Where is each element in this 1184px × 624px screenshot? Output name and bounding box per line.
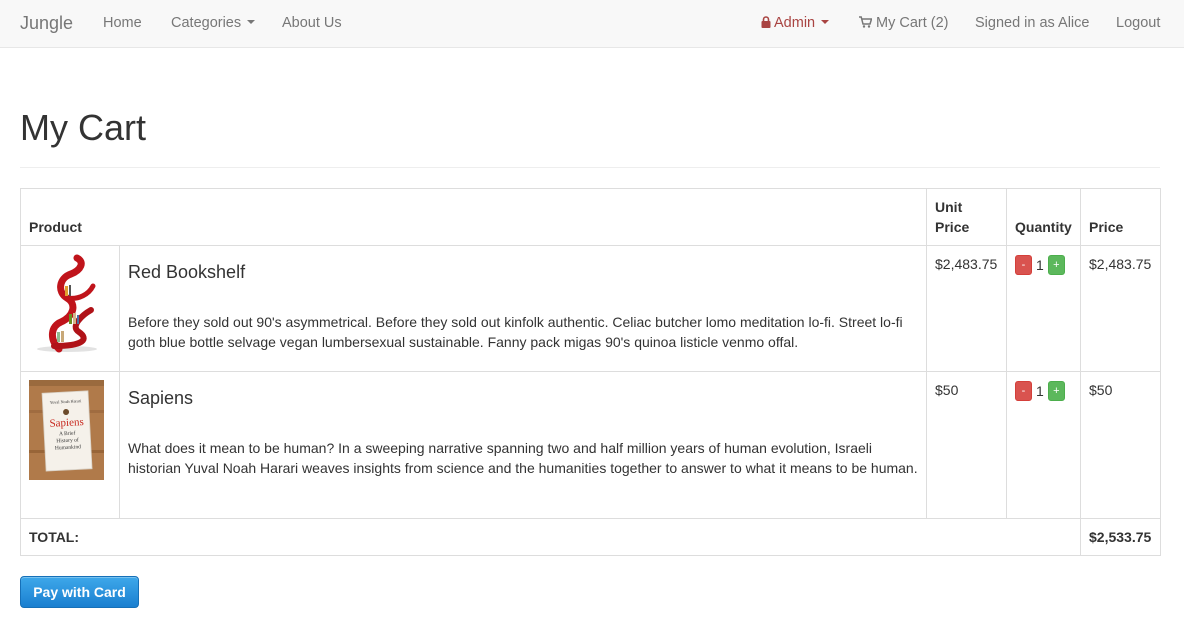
total-value: $2,533.75 [1080, 518, 1162, 556]
nav-admin-dropdown[interactable]: Admin [761, 0, 830, 47]
table-row: Yuval Noah Harari Sapiens A Brief Histor… [20, 371, 1162, 519]
nav-cart-label: My Cart (2) [876, 15, 949, 31]
header-unit-price-line1: Unit [935, 199, 963, 215]
product-image-cell: Yuval Noah Harari Sapiens A Brief Histor… [20, 371, 120, 519]
nav-home-link[interactable]: Home [103, 0, 142, 47]
quantity-value: 1 [1036, 257, 1044, 274]
red-bookshelf-image [29, 254, 104, 354]
logout-link[interactable]: Logout [1116, 0, 1160, 47]
quantity-cell: -1 + [1006, 371, 1082, 519]
decrease-quantity-button[interactable]: - [1015, 381, 1033, 402]
title-divider [20, 167, 1160, 168]
header-quantity: Quantity [1006, 188, 1082, 246]
product-name[interactable]: Red Bookshelf [128, 262, 918, 282]
increase-quantity-button[interactable]: + [1047, 255, 1065, 276]
shopping-cart-icon [859, 15, 872, 28]
header-unit-price: Unit Price [926, 188, 1008, 246]
nav-admin-label: Admin [774, 15, 816, 31]
product-info-cell: Red Bookshelf Before they sold out 90's … [118, 245, 928, 372]
top-navbar: Jungle Home Categories About Us Admin My… [0, 0, 1184, 48]
nav-about-link[interactable]: About Us [282, 0, 342, 47]
product-description: Before they sold out 90's asymmetrical. … [128, 314, 903, 350]
product-image-cell [20, 245, 120, 372]
quantity-cell: -1 + [1006, 245, 1082, 372]
decrease-quantity-button[interactable]: - [1015, 255, 1033, 276]
product-description: What does it mean to be human? In a swee… [128, 440, 918, 476]
sapiens-book-image: Yuval Noah Harari Sapiens A Brief Histor… [29, 380, 104, 480]
table-row: Red Bookshelf Before they sold out 90's … [20, 245, 1162, 372]
nav-cart-link[interactable]: My Cart (2) [859, 0, 949, 47]
quantity-value: 1 [1036, 383, 1044, 400]
pay-with-card-button[interactable]: Pay with Card [20, 576, 139, 608]
nav-categories-label: Categories [171, 15, 242, 31]
header-unit-price-line2: Price [935, 219, 970, 235]
product-info-cell: Sapiens What does it mean to be human? I… [118, 371, 928, 519]
brand-link[interactable]: Jungle [20, 0, 73, 47]
price-cell: $50 [1080, 371, 1162, 519]
product-name[interactable]: Sapiens [128, 388, 918, 408]
cover-subtitle-1: A Brief [59, 430, 76, 438]
chevron-down-icon [247, 20, 256, 25]
unit-price-cell: $2,483.75 [926, 245, 1008, 372]
cart-table: Product Unit Price Quantity Price Red Bo… [19, 188, 1162, 556]
chevron-down-icon [821, 20, 830, 25]
total-label: TOTAL: [19, 518, 1082, 556]
header-price: Price [1080, 188, 1162, 246]
table-header-row: Product Unit Price Quantity Price [19, 188, 1162, 246]
unit-price-cell: $50 [926, 371, 1008, 519]
increase-quantity-button[interactable]: + [1047, 381, 1065, 402]
header-product: Product [19, 188, 928, 246]
price-cell: $2,483.75 [1080, 245, 1162, 372]
cover-title: Sapiens [49, 416, 84, 430]
total-row: TOTAL: $2,533.75 [19, 518, 1162, 556]
page-title: My Cart [20, 107, 146, 148]
nav-categories-dropdown[interactable]: Categories [171, 0, 256, 47]
signed-in-text: Signed in as Alice [975, 15, 1090, 31]
cover-subtitle-2: History of [56, 436, 79, 444]
lock-icon [761, 15, 771, 28]
